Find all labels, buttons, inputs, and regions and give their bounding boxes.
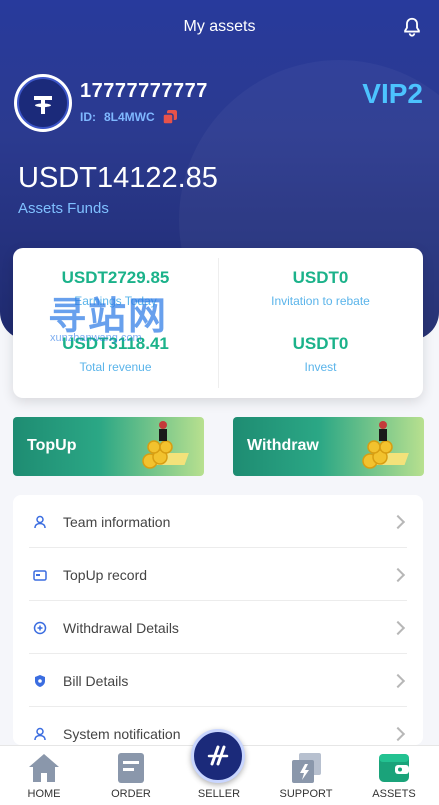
support-icon — [292, 753, 321, 783]
tab-label: SUPPORT — [279, 788, 333, 800]
copy-icon[interactable] — [162, 110, 177, 124]
menu-item-team-information[interactable]: Team information — [13, 495, 423, 548]
coins-illustration-icon — [362, 421, 409, 469]
seller-button[interactable] — [191, 729, 245, 783]
tether-logo-icon — [34, 96, 52, 114]
coins-illustration-icon — [142, 421, 189, 469]
chevron-right-icon — [390, 726, 406, 741]
stat-value: USDT0 — [292, 268, 349, 287]
tab-label: HOME — [27, 788, 61, 800]
page-title: My assets — [183, 18, 256, 35]
menu-item-label: System notification — [63, 725, 181, 742]
menu-item-label: Bill Details — [63, 672, 129, 689]
menu-item-withdrawal-details[interactable]: Withdrawal Details — [13, 601, 423, 654]
top-bar: My assets — [0, 0, 439, 54]
avatar[interactable] — [14, 74, 72, 132]
user-id-row: ID: 8L4MWC — [80, 110, 177, 124]
stat-invest: USDT0 Invest — [218, 334, 423, 374]
topup-label: TopUp — [27, 437, 77, 454]
shield-icon — [35, 674, 45, 687]
user-phone: 17777777777 — [80, 80, 208, 102]
tab-support[interactable]: SUPPORT — [262, 746, 350, 805]
chevron-right-icon — [390, 514, 406, 529]
vip-level: VIP2 — [362, 78, 423, 109]
bell-icon[interactable] — [401, 16, 423, 38]
withdraw-icon — [33, 621, 47, 634]
stat-label: Invitation to rebate — [271, 294, 370, 308]
tab-label: ASSETS — [372, 788, 416, 800]
user-icon — [34, 727, 46, 740]
stat-label: Total revenue — [79, 360, 152, 374]
card-icon — [33, 569, 47, 581]
tab-label: ORDER — [111, 788, 151, 800]
stat-value: USDT0 — [292, 334, 349, 353]
seller-icon — [207, 745, 229, 766]
chevron-right-icon — [390, 673, 406, 688]
chevron-right-icon — [390, 620, 406, 635]
stat-label: Invest — [304, 360, 337, 374]
menu-item-topup-record[interactable]: TopUp record — [13, 548, 423, 601]
menu-list: Team information TopUp record Withdrawal… — [13, 495, 423, 745]
topup-button[interactable]: TopUp — [13, 417, 204, 476]
tab-assets[interactable]: ASSETS — [350, 746, 438, 805]
balance-amount: USDT14122.85 — [18, 162, 218, 194]
tab-home[interactable]: HOME — [0, 746, 88, 805]
menu-item-label: TopUp record — [63, 566, 148, 583]
user-id-value: 8L4MWC — [104, 110, 155, 124]
stat-invitation-rebate: USDT0 Invitation to rebate — [218, 268, 423, 308]
home-icon — [29, 754, 59, 782]
team-icon — [34, 515, 46, 528]
watermark-sub: xunzhanwang.com — [50, 332, 142, 344]
chevron-right-icon — [390, 567, 406, 582]
tab-label: SELLER — [197, 788, 241, 800]
order-icon — [118, 753, 144, 783]
withdraw-button[interactable]: Withdraw — [233, 417, 424, 476]
user-id-label: ID: — [80, 110, 96, 124]
wallet-icon — [379, 754, 409, 782]
menu-item-label: Withdrawal Details — [63, 619, 179, 636]
tab-order[interactable]: ORDER — [87, 746, 175, 805]
withdraw-label: Withdraw — [247, 437, 319, 454]
menu-item-bill-details[interactable]: Bill Details — [13, 654, 423, 707]
menu-item-label: Team information — [63, 513, 171, 530]
balance-label: Assets Funds — [18, 200, 109, 217]
